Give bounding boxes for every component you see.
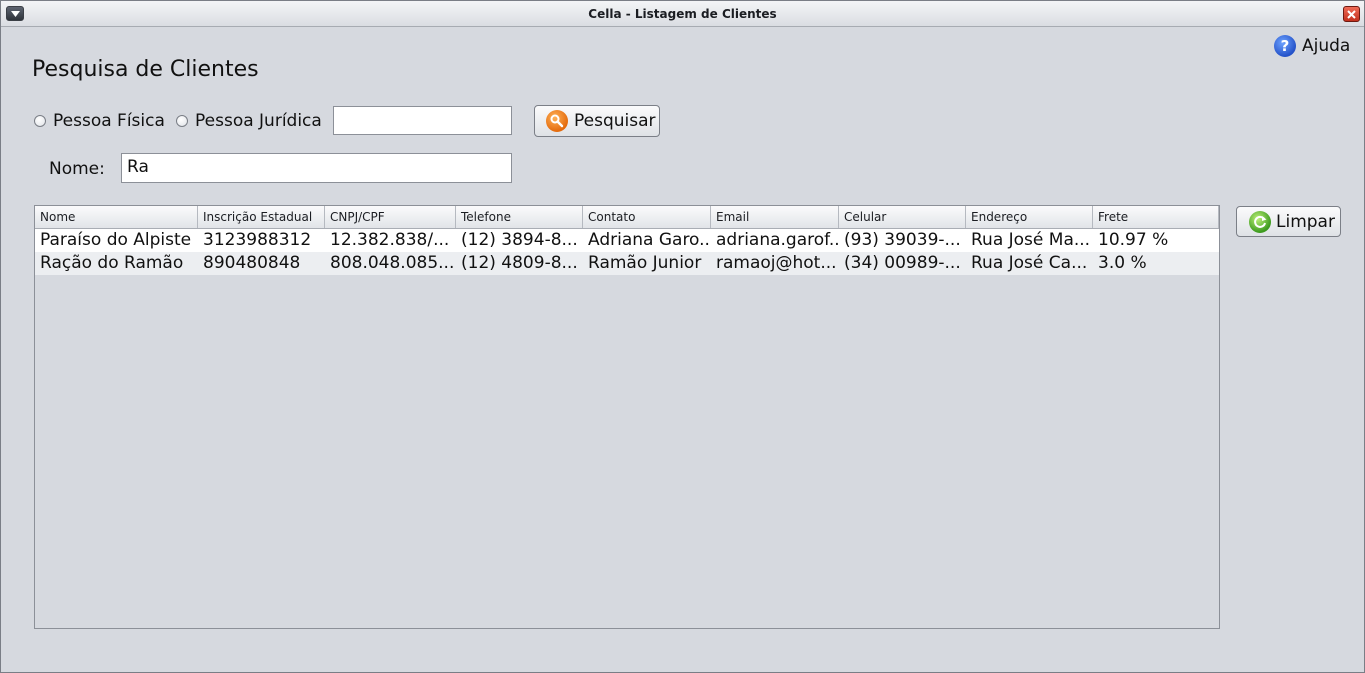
column-header-celular[interactable]: Celular — [839, 206, 966, 228]
app-window: Cella - Listagem de Clientes ? Ajuda Pes… — [0, 0, 1365, 673]
radio-pessoa-juridica-label: Pessoa Jurídica — [195, 111, 322, 131]
document-input[interactable] — [333, 106, 512, 135]
radio-pessoa-fisica[interactable]: Pessoa Física — [34, 111, 165, 131]
table-cell: 890480848 — [203, 253, 301, 273]
radio-pessoa-fisica-label: Pessoa Física — [53, 111, 165, 131]
table-cell: 10.97 % — [1098, 230, 1169, 250]
table-cell: Rua José Ca... — [971, 253, 1088, 273]
column-header-email[interactable]: Email — [711, 206, 839, 228]
clear-button-label: Limpar — [1276, 211, 1335, 232]
table-cell: (34) 00989-... — [844, 253, 961, 273]
magnifier-icon — [546, 110, 568, 132]
search-button-label: Pesquisar — [574, 111, 656, 131]
help-link[interactable]: ? Ajuda — [1274, 34, 1350, 58]
table-cell: Ramão Junior — [588, 253, 702, 273]
table-cell: Ração do Ramão — [40, 253, 184, 273]
column-header-inscricao-estadual[interactable]: Inscrição Estadual — [198, 206, 325, 228]
table-cell: Paraíso do Alpiste — [40, 230, 192, 250]
name-label: Nome: — [49, 159, 105, 179]
search-button[interactable]: Pesquisar — [534, 105, 660, 137]
table-header: Nome Inscrição Estadual CNPJ/CPF Telefon… — [35, 206, 1219, 229]
help-label: Ajuda — [1302, 36, 1351, 56]
window-title: Cella - Listagem de Clientes — [588, 7, 777, 21]
table-row[interactable]: Paraíso do Alpiste 3123988312 12.382.838… — [35, 229, 1219, 252]
clients-table: Nome Inscrição Estadual CNPJ/CPF Telefon… — [34, 205, 1220, 629]
radio-circle-icon[interactable] — [176, 115, 188, 127]
refresh-icon — [1249, 210, 1271, 233]
page-title: Pesquisa de Clientes — [32, 57, 259, 82]
radio-pessoa-juridica[interactable]: Pessoa Jurídica — [176, 111, 322, 131]
question-icon: ? — [1274, 35, 1296, 57]
title-bar: Cella - Listagem de Clientes — [1, 1, 1364, 27]
table-cell: (12) 4809-8... — [461, 253, 578, 273]
column-header-nome[interactable]: Nome — [35, 206, 198, 228]
column-header-frete[interactable]: Frete — [1093, 206, 1219, 228]
table-row[interactable]: Ração do Ramão 890480848 808.048.085... … — [35, 252, 1219, 275]
table-cell: ramaoj@hot... — [716, 253, 837, 273]
table-cell: (12) 3894-8... — [461, 230, 578, 250]
column-header-cnpj-cpf[interactable]: CNPJ/CPF — [325, 206, 456, 228]
table-cell: 3123988312 — [203, 230, 312, 250]
clear-button[interactable]: Limpar — [1236, 206, 1341, 237]
name-input[interactable]: Ra — [121, 153, 512, 183]
column-header-endereco[interactable]: Endereço — [966, 206, 1093, 228]
column-header-telefone[interactable]: Telefone — [456, 206, 583, 228]
table-cell: 808.048.085... — [330, 253, 455, 273]
table-cell: 3.0 % — [1098, 253, 1147, 273]
column-header-contato[interactable]: Contato — [583, 206, 711, 228]
radio-circle-icon[interactable] — [34, 115, 46, 127]
close-button[interactable] — [1343, 6, 1360, 22]
table-cell: 12.382.838/... — [330, 230, 450, 250]
table-cell: (93) 39039-... — [844, 230, 961, 250]
table-cell: Adriana Garo... — [588, 230, 711, 250]
table-cell: Rua José Ma... — [971, 230, 1091, 250]
close-icon — [1347, 10, 1356, 19]
table-cell: adriana.garof... — [716, 230, 839, 250]
